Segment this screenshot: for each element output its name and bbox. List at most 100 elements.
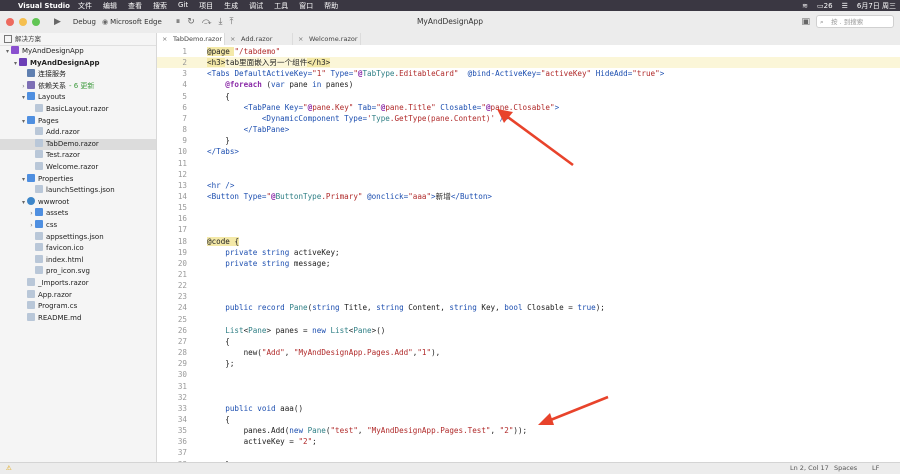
- menu-item[interactable]: 文件: [78, 1, 92, 11]
- tree-item[interactable]: ▾ wwwroot: [0, 196, 156, 208]
- pause-icon[interactable]: ⏸: [176, 17, 181, 27]
- code-token: @foreach: [207, 80, 267, 90]
- control-center-icon[interactable]: ☰: [842, 2, 848, 10]
- editor-tab[interactable]: × Add.razor: [225, 33, 293, 45]
- close-icon[interactable]: ×: [230, 33, 235, 45]
- tree-item[interactable]: favicon.ico: [0, 243, 156, 254]
- chevron-down-icon[interactable]: ▾: [20, 116, 27, 127]
- menu-item[interactable]: 调试: [249, 1, 263, 11]
- menu-item[interactable]: 搜索: [153, 1, 167, 11]
- battery-icon[interactable]: ▭26: [817, 2, 833, 10]
- tree-item[interactable]: Add.razor: [0, 127, 156, 138]
- line-number: 16: [177, 214, 187, 224]
- step-out-icon[interactable]: ⤒: [229, 17, 233, 27]
- tree-item[interactable]: BasicLayout.razor: [0, 104, 156, 115]
- cursor-position[interactable]: Ln 2, Col 17: [790, 463, 829, 474]
- solution-pad: 解决方案 ▾ MyAndDesignApp ▾ MyAndDesignApp 连接服务 ›…: [0, 33, 157, 462]
- wifi-icon[interactable]: ≋: [802, 2, 808, 10]
- zoom-window-button[interactable]: [32, 18, 40, 26]
- tree-item[interactable]: ▾ Layouts: [0, 92, 156, 103]
- menu-item[interactable]: 查看: [128, 1, 142, 11]
- code-text: @page "/tabdemo": [207, 46, 280, 57]
- tree-item[interactable]: › 依赖关系 - 6 更新: [0, 80, 156, 92]
- code-token: new(: [207, 348, 262, 358]
- datetime[interactable]: 6月7日 周三: [857, 1, 896, 11]
- editor-tab[interactable]: × Welcome.razor: [293, 33, 361, 45]
- menu-item[interactable]: Git: [178, 1, 188, 11]
- chevron-down-icon[interactable]: ▾: [20, 92, 27, 103]
- code-token: .GetType(pane.Content)': [389, 113, 500, 123]
- code-token: .EditableCard": [394, 69, 468, 79]
- chevron-down-icon[interactable]: ▾: [20, 197, 27, 208]
- target-selector[interactable]: Microsoft Edge: [110, 18, 162, 26]
- folder-icon: [27, 92, 35, 101]
- app-name[interactable]: Visual Studio: [18, 2, 70, 10]
- chevron-right-icon[interactable]: ›: [20, 81, 27, 92]
- tree-item[interactable]: App.razor: [0, 289, 156, 301]
- indent-setting[interactable]: Spaces: [834, 463, 857, 474]
- code-token: > panes =: [266, 325, 313, 335]
- code-token: "Add": [261, 348, 285, 358]
- restart-icon[interactable]: ↻: [187, 17, 195, 27]
- tree-item[interactable]: pro_icon.svg: [0, 266, 156, 277]
- tree-item[interactable]: _Imports.razor: [0, 278, 156, 289]
- tree-item[interactable]: Test.razor: [0, 150, 156, 161]
- code-text: <Button Type="@ButtonType.Primary" @oncl…: [207, 191, 492, 202]
- minimize-window-button[interactable]: [19, 18, 27, 26]
- menu-item[interactable]: 项目: [199, 1, 213, 11]
- menu-item[interactable]: 生成: [224, 1, 238, 11]
- line-number: 18: [177, 236, 187, 246]
- code-token: string: [261, 247, 294, 257]
- code-token: {: [207, 414, 230, 424]
- code-token: <Button: [207, 191, 244, 201]
- tree-item[interactable]: 连接服务: [0, 69, 156, 80]
- close-window-button[interactable]: [6, 18, 14, 26]
- tree-item[interactable]: › css: [0, 220, 156, 231]
- code-text: List<Pane> panes = new List<Pane>(): [207, 325, 385, 336]
- close-icon[interactable]: ×: [162, 33, 167, 45]
- tree-item[interactable]: TabDemo.razor: [0, 138, 156, 150]
- tree-item[interactable]: Welcome.razor: [0, 162, 156, 173]
- run-icon[interactable]: ▶: [54, 17, 61, 27]
- menu-item[interactable]: 工具: [274, 1, 288, 11]
- editor-tab[interactable]: × TabDemo.razor: [157, 33, 225, 45]
- tree-item[interactable]: launchSettings.json: [0, 185, 156, 196]
- code-token: panes.Add(: [207, 426, 290, 436]
- tree-item[interactable]: index.html: [0, 254, 156, 266]
- chevron-down-icon[interactable]: ▾: [12, 58, 19, 69]
- chevron-down-icon[interactable]: ▾: [20, 174, 27, 185]
- folder-icon: [35, 208, 43, 217]
- tree-item-label: MyAndDesignApp: [30, 58, 100, 67]
- close-icon[interactable]: ×: [298, 33, 303, 45]
- menu-list: 文件 编辑 查看 搜索 Git 项目 生成 调试 工具 窗口 帮助: [78, 1, 349, 11]
- tree-item[interactable]: › assets: [0, 208, 156, 219]
- menu-item[interactable]: 编辑: [103, 1, 117, 11]
- tree-item[interactable]: ▾ MyAndDesignApp: [0, 46, 156, 57]
- tree-item[interactable]: ▾ Properties: [0, 173, 156, 185]
- code-token: .Primary": [321, 191, 368, 201]
- browser-icon: ◉: [101, 18, 109, 26]
- warning-icon[interactable]: ⚠: [6, 463, 12, 474]
- line-ending-setting[interactable]: LF: [872, 463, 879, 474]
- menu-item[interactable]: 窗口: [299, 1, 313, 11]
- code-token: in: [312, 80, 326, 90]
- tree-item[interactable]: ▾ MyAndDesignApp: [0, 57, 156, 69]
- search-input[interactable]: ⌕ 按 . 到搜索: [816, 15, 894, 28]
- tree-item[interactable]: Program.cs: [0, 301, 156, 312]
- config-selector[interactable]: Debug: [73, 18, 96, 26]
- code-token: Closable=: [440, 102, 482, 112]
- tree-item[interactable]: appsettings.json: [0, 231, 156, 243]
- layout-icon[interactable]: ▣: [801, 17, 810, 27]
- chevron-down-icon[interactable]: ▾: [4, 46, 11, 57]
- step-into-icon[interactable]: ⤓: [218, 17, 222, 27]
- step-over-icon[interactable]: ⤼: [202, 17, 212, 27]
- code-editor[interactable]: 1 @page "/tabdemo" 2 <h3>tab里面嵌入另一个组件</h3> 3…: [157, 45, 900, 469]
- chevron-right-icon[interactable]: ›: [28, 220, 35, 231]
- code-text: @code {: [207, 236, 240, 247]
- file-icon: [35, 104, 43, 112]
- tree-item[interactable]: ▾ Pages: [0, 115, 156, 127]
- code-token: private: [207, 247, 262, 257]
- chevron-right-icon[interactable]: ›: [28, 208, 35, 219]
- tree-item[interactable]: README.md: [0, 312, 156, 324]
- menu-item[interactable]: 帮助: [324, 1, 338, 11]
